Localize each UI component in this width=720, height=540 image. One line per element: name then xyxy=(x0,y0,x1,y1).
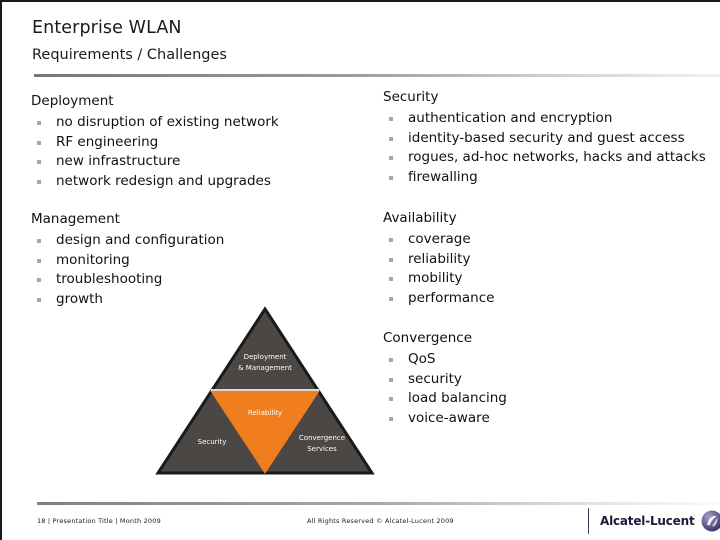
list-item: design and configuration xyxy=(31,231,361,251)
list-item: firewalling xyxy=(383,168,713,188)
presentation-slide: Enterprise WLAN Requirements / Challenge… xyxy=(0,0,720,540)
content-group-management: Management design and configuration moni… xyxy=(31,210,361,309)
bullet-list: no disruption of existing network RF eng… xyxy=(31,113,361,191)
right-content-column: Security authentication and encryption i… xyxy=(383,88,713,437)
footer-copyright: All Rights Reserved © Alcatel-Lucent 200… xyxy=(307,517,454,525)
left-content-column: Deployment no disruption of existing net… xyxy=(31,92,361,318)
pyramid-label-center: Reliability xyxy=(248,409,282,417)
bullet-list: QoS security load balancing voice-aware xyxy=(383,350,713,428)
list-item: load balancing xyxy=(383,389,713,409)
logo-text: Alcatel-Lucent xyxy=(600,514,695,528)
bullet-list: coverage reliability mobility performanc… xyxy=(383,230,713,308)
content-group-convergence: Convergence QoS security load balancing … xyxy=(383,329,713,428)
pyramid-label-bottom-right-line2: Services xyxy=(307,445,337,453)
list-item: security xyxy=(383,370,713,390)
footer-divider xyxy=(37,502,720,505)
alcatel-lucent-logo-icon xyxy=(701,510,720,532)
list-item: RF engineering xyxy=(31,133,361,153)
list-item: new infrastructure xyxy=(31,152,361,172)
list-item: network redesign and upgrades xyxy=(31,172,361,192)
bullet-list: authentication and encryption identity-b… xyxy=(383,109,713,187)
list-item: monitoring xyxy=(31,251,361,271)
group-heading: Convergence xyxy=(383,330,473,346)
list-item: reliability xyxy=(383,250,713,270)
pyramid-label-top-line1: Deployment xyxy=(244,353,287,361)
list-item: voice-aware xyxy=(383,409,713,429)
header-divider xyxy=(34,74,720,77)
footer-slide-info: 18 | Presentation Title | Month 2009 xyxy=(37,517,161,525)
content-group-deployment: Deployment no disruption of existing net… xyxy=(31,92,361,191)
page-subtitle: Requirements / Challenges xyxy=(32,47,227,63)
content-group-security: Security authentication and encryption i… xyxy=(383,88,713,187)
list-item: coverage xyxy=(383,230,713,250)
list-item: no disruption of existing network xyxy=(31,113,361,133)
page-title: Enterprise WLAN xyxy=(32,18,182,38)
group-heading: Deployment xyxy=(31,93,114,109)
group-heading: Management xyxy=(31,211,120,227)
pyramid-label-bottom-right-line1: Convergence xyxy=(299,434,345,442)
list-item: QoS xyxy=(383,350,713,370)
list-item: rogues, ad-hoc networks, hacks and attac… xyxy=(383,148,713,168)
group-heading: Availability xyxy=(383,210,457,226)
content-group-availability: Availability coverage reliability mobili… xyxy=(383,209,713,308)
list-item: identity-based security and guest access xyxy=(383,129,713,149)
list-item: performance xyxy=(383,289,713,309)
pyramid-label-top-line2: & Management xyxy=(238,364,292,372)
wlan-pyramid-diagram: Deployment & Management Reliability Secu… xyxy=(154,305,376,477)
list-item: troubleshooting xyxy=(31,270,361,290)
list-item: mobility xyxy=(383,269,713,289)
list-item: authentication and encryption xyxy=(383,109,713,129)
logo-divider xyxy=(588,508,589,534)
pyramid-label-bottom-left: Security xyxy=(198,438,227,446)
bullet-list: design and configuration monitoring trou… xyxy=(31,231,361,309)
group-heading: Security xyxy=(383,89,439,105)
brand-logo: Alcatel-Lucent xyxy=(588,506,720,536)
